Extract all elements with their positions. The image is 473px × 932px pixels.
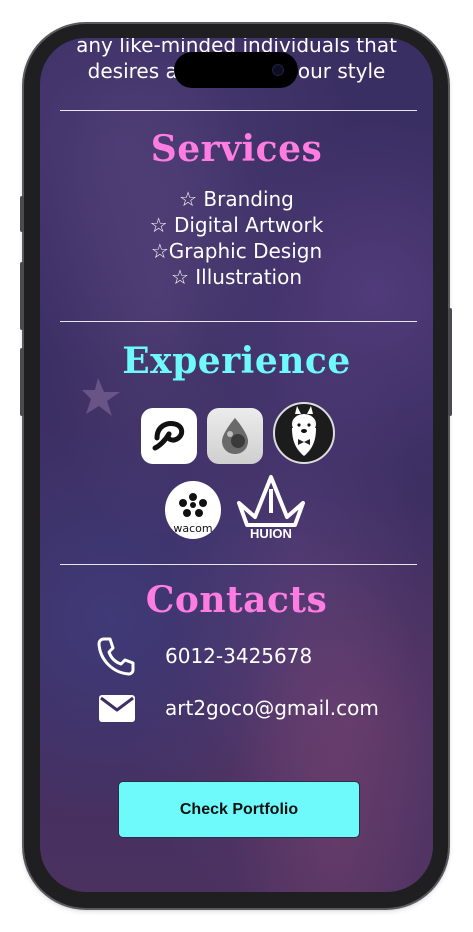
services-list: ☆ Branding ☆ Digital Artwork ☆Graphic De… — [40, 186, 433, 290]
experience-heading: Experience — [122, 340, 351, 382]
alpaca-mascot-logo — [273, 402, 335, 464]
huion-logo-text: HUION — [250, 526, 292, 541]
check-portfolio-button[interactable]: Check Portfolio — [118, 781, 360, 838]
service-item-digital-artwork: ☆ Digital Artwork — [149, 213, 324, 237]
wacom-logo-text: wacom — [173, 522, 212, 535]
contact-phone-row[interactable]: 6012-3425678 — [96, 636, 416, 676]
service-item-branding: ☆ Branding — [179, 187, 294, 211]
phone-icon — [97, 637, 135, 676]
contact-phone-number[interactable]: 6012-3425678 — [165, 644, 312, 668]
service-item-illustration: ☆ Illustration — [170, 265, 303, 289]
contact-email-row[interactable]: art2goco@gmail.com — [96, 688, 416, 728]
phone-power-button — [448, 308, 452, 416]
page-content: any like-minded individuals that desires… — [40, 38, 433, 892]
device-mockup-stage: any like-minded individuals that desires… — [0, 0, 473, 932]
dynamic-island — [174, 52, 298, 88]
phone-volume-up-button — [20, 262, 24, 330]
divider-experience — [60, 321, 417, 322]
clip-studio-logo — [141, 408, 197, 464]
services-heading: Services — [150, 128, 323, 170]
contact-email-address[interactable]: art2goco@gmail.com — [165, 696, 379, 720]
divider-services — [60, 110, 417, 111]
phone-screen: any like-minded individuals that desires… — [40, 38, 433, 892]
phone-action-button — [20, 196, 24, 232]
huion-logo: HUION — [229, 471, 313, 541]
mail-icon — [99, 695, 135, 722]
wacom-logo: wacom — [165, 481, 221, 539]
divider-contacts — [60, 564, 417, 565]
contacts-heading: Contacts — [145, 579, 328, 621]
front-camera-icon — [272, 64, 284, 76]
service-item-graphic-design: ☆Graphic Design — [150, 239, 323, 263]
procreate-style-logo — [207, 408, 263, 464]
phone-volume-down-button — [20, 348, 24, 416]
